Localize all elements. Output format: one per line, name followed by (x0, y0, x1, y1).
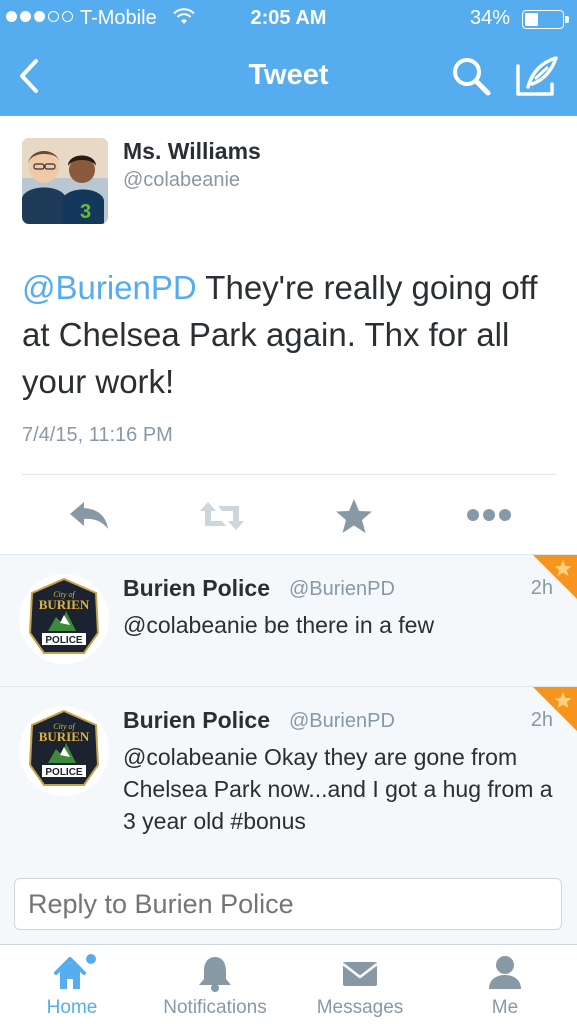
tab-messages[interactable]: Messages (302, 945, 418, 1024)
more-icon[interactable] (466, 506, 512, 524)
tab-label: Messages (316, 997, 404, 1018)
reply-bar (0, 864, 577, 944)
tab-home[interactable]: Home (20, 945, 124, 1024)
reply-author-handle[interactable]: @BurienPD (289, 710, 395, 733)
favorited-corner-icon (533, 555, 577, 599)
reply-input[interactable] (14, 878, 562, 930)
reply-author-name[interactable]: Burien Police (123, 575, 270, 602)
battery-icon (522, 10, 569, 29)
reply-icon[interactable] (66, 498, 112, 532)
svg-text:3: 3 (80, 201, 91, 223)
tab-label: Notifications (163, 997, 267, 1018)
reply-tweet[interactable]: City of BURIEN POLICE Burien Police @Bur… (0, 687, 577, 865)
tab-label: Home (46, 997, 98, 1018)
reply-author-name[interactable]: Burien Police (123, 707, 270, 734)
replies-list: City of BURIEN POLICE Burien Police @Bur… (0, 554, 577, 865)
favorited-corner-icon (533, 687, 577, 731)
reply-text: @colabeanie be there in a few (123, 612, 435, 638)
tab-bar: Home Notifications Messages Me (0, 944, 577, 1024)
search-icon[interactable] (450, 55, 492, 97)
police-badge-avatar[interactable]: City of BURIEN POLICE (18, 705, 110, 797)
tab-me[interactable]: Me (460, 945, 550, 1024)
author-handle[interactable]: @colabeanie (123, 169, 240, 192)
author-name[interactable]: Ms. Williams (123, 138, 261, 165)
reply-text: @colabeanie Okay they are gone from Chel… (123, 744, 553, 834)
retweet-icon[interactable] (196, 498, 248, 534)
star-icon[interactable] (334, 496, 374, 536)
envelope-icon (342, 962, 378, 986)
police-badge-avatar[interactable]: City of BURIEN POLICE (18, 573, 110, 665)
tab-notifications[interactable]: Notifications (146, 945, 284, 1024)
svg-text:BURIEN: BURIEN (39, 729, 90, 744)
header: T-Mobile 2:05 AM 34% Tweet (0, 0, 577, 116)
nav-bar: Tweet (0, 38, 577, 116)
tweet-text: @BurienPD They're really going off at Ch… (22, 264, 567, 405)
bell-icon (199, 957, 231, 992)
mention-link[interactable]: @BurienPD (22, 269, 197, 306)
svg-text:POLICE: POLICE (45, 635, 83, 646)
tab-label: Me (491, 997, 519, 1018)
home-icon (54, 954, 96, 989)
status-bar: T-Mobile 2:05 AM 34% (0, 0, 577, 38)
reply-author-handle[interactable]: @BurienPD (289, 578, 395, 601)
divider (22, 474, 556, 475)
svg-text:BURIEN: BURIEN (39, 597, 90, 612)
svg-text:POLICE: POLICE (45, 767, 83, 778)
author-avatar[interactable]: 3 (22, 138, 108, 224)
battery-percent: 34% (470, 7, 511, 29)
tweet-timestamp: 7/4/15, 11:16 PM (22, 424, 173, 446)
reply-tweet[interactable]: City of BURIEN POLICE Burien Police @Bur… (0, 555, 577, 687)
compose-icon[interactable] (514, 54, 560, 98)
person-icon (489, 956, 521, 989)
